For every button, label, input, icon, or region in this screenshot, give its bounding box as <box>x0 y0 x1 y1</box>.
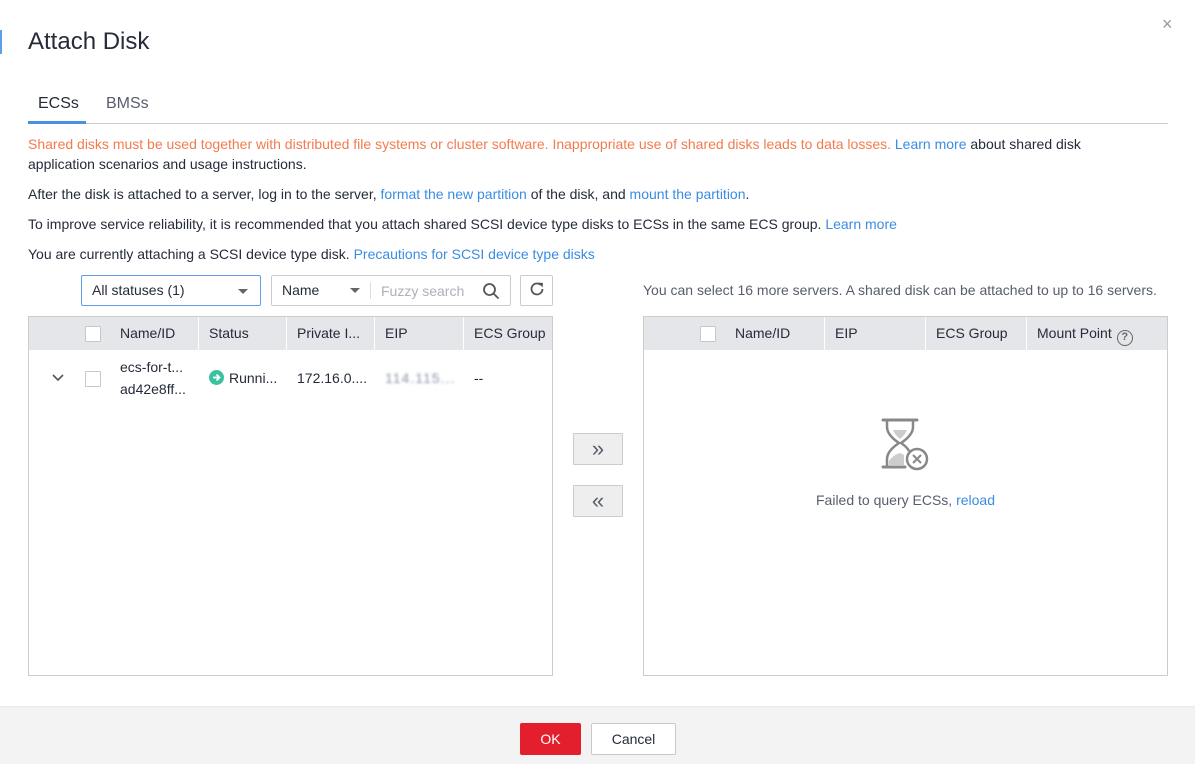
title-accent-bar <box>0 30 2 54</box>
double-chevron-right-icon: » <box>591 436 605 461</box>
column-header-eip[interactable]: EIP <box>375 317 464 350</box>
search-box: Name <box>271 275 511 306</box>
status-filter-value: All statuses (1) <box>92 282 185 298</box>
search-field-select[interactable]: Name <box>272 276 370 305</box>
table-header: Name/ID Status Private I... EIP ECS Grou… <box>29 317 552 350</box>
reliability-notice: To improve service reliability, it is re… <box>28 214 1138 234</box>
mount-point-label: Mount Point <box>1037 325 1112 341</box>
scsi-notice: You are currently attaching a SCSI devic… <box>28 244 1138 264</box>
shared-learn-more-link[interactable]: Learn more <box>895 136 967 152</box>
column-header-ecs-group[interactable]: ECS Group <box>464 317 553 350</box>
column-header-mount-point: Mount Point? <box>1027 317 1168 350</box>
search-field-value: Name <box>282 282 320 298</box>
attach-disk-dialog: Attach Disk × ECSs BMSs Shared disks mus… <box>0 0 1195 764</box>
close-icon[interactable]: × <box>1162 15 1173 33</box>
table-header: Name/ID EIP ECS Group Mount Point? <box>644 317 1167 350</box>
tab-bmss[interactable]: BMSs <box>106 95 149 113</box>
table-row[interactable]: ecs-for-t... ad42e8ff... Runni... 172.16… <box>29 350 552 408</box>
remove-selected-button[interactable]: « <box>573 485 623 517</box>
server-ecs-group: -- <box>474 370 484 386</box>
tab-ecss[interactable]: ECSs <box>38 95 79 113</box>
reload-link[interactable]: reload <box>956 492 995 508</box>
status-text: Runni... <box>229 370 278 386</box>
empty-state-message: Failed to query ECSs, reload <box>644 492 1167 508</box>
server-private-ip: 172.16.0.... <box>297 370 368 386</box>
select-all-checkbox[interactable] <box>85 326 101 342</box>
divider <box>370 282 371 299</box>
double-chevron-left-icon: « <box>591 488 605 513</box>
failed-query-text: Failed to query ECSs, <box>816 492 957 508</box>
server-name-id: ecs-for-t... ad42e8ff... <box>120 356 186 400</box>
format-partition-link[interactable]: format the new partition <box>381 186 527 202</box>
empty-state: Failed to query ECSs, reload <box>644 417 1167 508</box>
server-eip: 114.115... <box>385 370 456 386</box>
reliability-text: To improve service reliability, it is re… <box>28 216 822 232</box>
attach-middle-text: of the disk, and <box>526 186 630 202</box>
help-icon[interactable]: ? <box>1116 330 1133 346</box>
scsi-precautions-link[interactable]: Precautions for SCSI device type disks <box>354 246 595 262</box>
server-status: Runni... <box>209 367 277 389</box>
attach-instructions: After the disk is attached to a server, … <box>28 184 1138 204</box>
column-header-status[interactable]: Status <box>199 317 287 350</box>
ok-button[interactable]: OK <box>520 723 581 755</box>
search-icon[interactable] <box>482 282 500 300</box>
refresh-button[interactable] <box>520 275 553 306</box>
scsi-text: You are currently attaching a SCSI devic… <box>28 246 350 262</box>
shared-disk-warning: Shared disks must be used together with … <box>28 136 891 152</box>
row-checkbox[interactable] <box>85 371 101 387</box>
server-name[interactable]: ecs-for-t... <box>120 356 186 378</box>
attach-prefix-text: After the disk is attached to a server, … <box>28 186 381 202</box>
reliability-learn-more-link[interactable]: Learn more <box>825 216 897 232</box>
tab-bar: ECSs BMSs <box>28 88 1168 124</box>
selected-servers-table: Name/ID EIP ECS Group Mount Point? Faile… <box>643 316 1168 676</box>
column-header-private-ip[interactable]: Private I... <box>287 317 375 350</box>
chevron-down-icon <box>238 289 248 294</box>
running-status-icon <box>209 370 224 385</box>
attach-suffix-text: . <box>745 186 750 202</box>
column-header-name-id[interactable]: Name/ID <box>725 317 825 350</box>
status-filter-select[interactable]: All statuses (1) <box>81 275 261 306</box>
active-tab-indicator <box>28 121 86 124</box>
available-servers-table: Name/ID Status Private I... EIP ECS Grou… <box>28 316 553 676</box>
mount-partition-link[interactable]: mount the partition <box>630 186 746 202</box>
chevron-down-icon <box>350 288 360 293</box>
dialog-footer: OK Cancel <box>0 706 1195 764</box>
shared-disk-notice: Shared disks must be used together with … <box>28 134 1138 174</box>
column-header-ecs-group[interactable]: ECS Group <box>926 317 1027 350</box>
add-selected-button[interactable]: » <box>573 433 623 465</box>
cancel-button[interactable]: Cancel <box>591 723 676 755</box>
selection-limit-note: You can select 16 more servers. A shared… <box>643 282 1157 298</box>
dialog-title: Attach Disk <box>28 28 150 55</box>
refresh-icon <box>528 280 546 301</box>
column-header-eip[interactable]: EIP <box>825 317 926 350</box>
search-input[interactable] <box>375 278 475 303</box>
chevron-down-icon[interactable] <box>51 370 65 386</box>
server-id: ad42e8ff... <box>120 381 186 397</box>
hourglass-error-icon <box>879 418 933 478</box>
column-header-name-id[interactable]: Name/ID <box>110 317 199 350</box>
select-all-checkbox[interactable] <box>700 326 716 342</box>
